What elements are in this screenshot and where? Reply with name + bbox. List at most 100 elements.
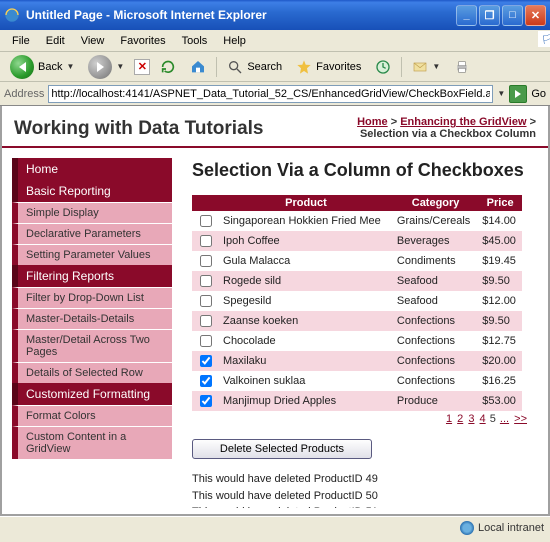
pager-current: 5 [490,413,496,425]
minimize-button[interactable]: _ [456,5,477,26]
sidebar-nav: HomeBasic ReportingSimple DisplayDeclara… [2,148,172,508]
refresh-button[interactable] [156,57,180,77]
row-checkbox[interactable] [200,215,212,227]
row-checkbox[interactable] [200,335,212,347]
table-row: SpegesildSeafood$12.00 [192,291,522,311]
back-label: Back [38,61,62,73]
page-header: Working with Data Tutorials Home > Enhan… [2,106,548,148]
cell-price: $9.50 [478,311,522,331]
sidebar-item[interactable]: Simple Display [12,202,172,223]
sidebar-item[interactable]: Home [12,158,172,180]
row-checkbox[interactable] [200,395,212,407]
cell-product: Maxilaku [219,351,393,371]
home-icon [190,59,206,75]
delete-selected-button[interactable]: Delete Selected Products [192,439,372,459]
close-button[interactable]: ✕ [525,5,546,26]
sidebar-item[interactable]: Format Colors [12,405,172,426]
pager-link[interactable]: 4 [480,413,486,425]
address-label: Address [4,88,44,100]
browser-viewport: Working with Data Tutorials Home > Enhan… [0,106,550,516]
go-button[interactable] [509,85,527,103]
star-icon [296,59,312,75]
table-row: Gula MalaccaCondiments$19.45 [192,251,522,271]
breadcrumb-section[interactable]: Enhancing the GridView [400,116,526,128]
table-row: Singaporean Hokkien Fried MeeGrains/Cere… [192,211,522,231]
breadcrumb-home[interactable]: Home [357,116,388,128]
menu-view[interactable]: View [73,33,113,49]
pager-next[interactable]: >> [514,413,527,425]
cell-category: Beverages [393,231,478,251]
menubar: File Edit View Favorites Tools Help 🏳 [0,30,550,52]
toolbar-divider [401,57,402,77]
restore-button[interactable]: ❐ [479,5,500,26]
table-row: MaxilakuConfections$20.00 [192,351,522,371]
output-line: This would have deleted ProductID 50 [192,488,532,505]
pager-link[interactable]: 3 [468,413,474,425]
stop-button[interactable]: ✕ [134,59,150,75]
products-grid: Product Category Price Singaporean Hokki… [192,195,522,411]
pager-link[interactable]: 2 [457,413,463,425]
output-line: This would have deleted ProductID 49 [192,471,532,488]
sidebar-item[interactable]: Setting Parameter Values [12,244,172,265]
sidebar-item[interactable]: Master/Detail Across Two Pages [12,329,172,362]
sidebar-item[interactable]: Master-Details-Details [12,308,172,329]
cell-price: $20.00 [478,351,522,371]
cell-price: $19.45 [478,251,522,271]
sidebar-item[interactable]: Details of Selected Row [12,362,172,383]
cell-price: $12.75 [478,331,522,351]
sidebar-item[interactable]: Filter by Drop-Down List [12,287,172,308]
menu-file[interactable]: File [4,33,38,49]
sidebar-item[interactable]: Basic Reporting [12,180,172,202]
cell-price: $12.00 [478,291,522,311]
pager-more[interactable]: ... [500,413,509,425]
sidebar-item[interactable]: Declarative Parameters [12,223,172,244]
sidebar-item[interactable]: Customized Formatting [12,383,172,405]
menu-edit[interactable]: Edit [38,33,73,49]
go-label: Go [531,88,546,100]
chevron-down-icon: ▼ [116,62,124,71]
cell-product: Rogede sild [219,271,393,291]
row-checkbox[interactable] [200,235,212,247]
row-checkbox[interactable] [200,295,212,307]
window-titlebar: Untitled Page - Microsoft Internet Explo… [0,0,550,30]
pager-link[interactable]: 1 [446,413,452,425]
favorites-button[interactable]: Favorites [292,57,365,77]
forward-icon [88,55,112,79]
zone-icon [460,521,474,535]
sidebar-item[interactable]: Custom Content in a GridView [12,426,172,459]
address-dropdown-icon[interactable]: ▼ [497,89,505,98]
row-checkbox[interactable] [200,315,212,327]
row-checkbox[interactable] [200,375,212,387]
menu-favorites[interactable]: Favorites [112,33,173,49]
cell-product: Singaporean Hokkien Fried Mee [219,211,393,231]
chevron-down-icon: ▼ [66,62,74,71]
cell-category: Produce [393,391,478,411]
cell-product: Gula Malacca [219,251,393,271]
cell-price: $53.00 [478,391,522,411]
row-checkbox[interactable] [200,275,212,287]
cell-price: $14.00 [478,211,522,231]
row-checkbox[interactable] [200,355,212,367]
row-checkbox[interactable] [200,255,212,267]
back-icon [10,55,34,79]
search-button[interactable]: Search [223,57,286,77]
main-content: Selection Via a Column of Checkboxes Pro… [172,148,548,508]
cell-category: Confections [393,371,478,391]
cell-price: $45.00 [478,231,522,251]
address-input[interactable] [48,85,493,103]
output-line: This would have deleted ProductID 51 [192,504,532,508]
print-button[interactable] [450,57,474,77]
cell-product: Ipoh Coffee [219,231,393,251]
table-row: ChocoladeConfections$12.75 [192,331,522,351]
forward-button[interactable]: ▼ [84,53,128,81]
cell-product: Manjimup Dried Apples [219,391,393,411]
menu-tools[interactable]: Tools [174,33,216,49]
history-button[interactable] [371,57,395,77]
mail-button[interactable]: ▼ [408,57,444,77]
maximize-button[interactable]: □ [502,5,523,26]
home-button[interactable] [186,57,210,77]
sidebar-item[interactable]: Filtering Reports [12,265,172,287]
menu-help[interactable]: Help [215,33,254,49]
back-button[interactable]: Back ▼ [6,53,78,81]
cell-category: Confections [393,331,478,351]
